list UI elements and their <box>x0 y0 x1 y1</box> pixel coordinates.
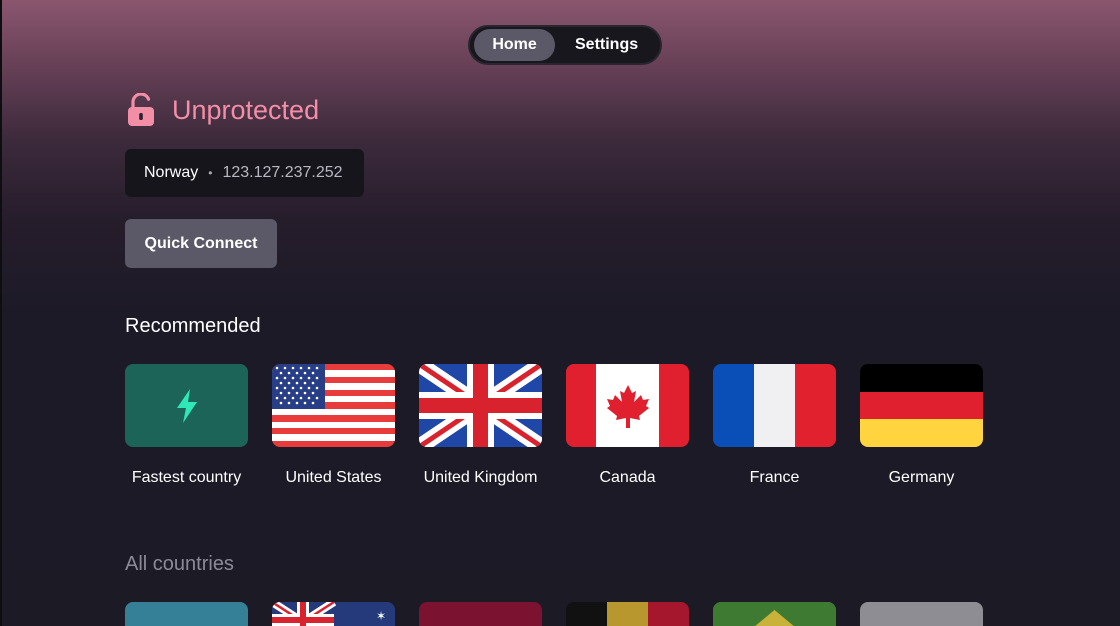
list-item-label: Germany <box>888 469 955 486</box>
fastest-tile <box>125 364 248 447</box>
country-tile[interactable] <box>125 602 248 626</box>
recommended-fastest[interactable]: Fastest country <box>125 364 248 487</box>
recommended-united-kingdom[interactable]: United Kingdom <box>419 364 542 487</box>
recommended-france[interactable]: France <box>713 364 836 487</box>
canada-flag-icon <box>566 364 689 447</box>
recommended-heading: Recommended <box>125 315 261 337</box>
window-edge <box>0 0 2 626</box>
top-navigation: Home Settings <box>468 25 662 65</box>
belgium-flag-icon[interactable] <box>566 602 689 626</box>
brazil-flag-icon[interactable] <box>713 602 836 626</box>
all-countries-heading: All countries <box>125 553 234 575</box>
country-tile[interactable] <box>419 602 542 626</box>
recommended-germany[interactable]: Germany <box>860 364 983 487</box>
list-item-label: United Kingdom <box>423 469 538 486</box>
location-country: Norway <box>144 164 199 181</box>
uk-flag-icon <box>419 364 542 447</box>
location-separator: • <box>208 166 213 180</box>
germany-flag-icon <box>860 364 983 447</box>
unlocked-padlock-icon <box>128 93 154 126</box>
tab-settings[interactable]: Settings <box>555 29 658 61</box>
country-tile[interactable] <box>860 602 983 626</box>
us-flag-icon <box>272 364 395 447</box>
current-location: Norway • 123.127.237.252 <box>125 149 364 197</box>
location-ip: 123.127.237.252 <box>222 164 343 181</box>
recommended-list: Fastest country United States United Kin… <box>125 364 983 487</box>
all-countries-list: ✶ <box>125 602 983 626</box>
france-flag-icon <box>713 364 836 447</box>
recommended-canada[interactable]: Canada <box>566 364 689 487</box>
australia-flag-icon[interactable]: ✶ <box>272 602 395 626</box>
connection-status: Unprotected <box>126 93 319 127</box>
list-item-label: France <box>749 469 800 486</box>
tab-home[interactable]: Home <box>474 29 556 61</box>
maple-leaf-icon <box>606 384 649 428</box>
list-item-label: United States <box>285 469 382 486</box>
quick-connect-button[interactable]: Quick Connect <box>125 219 277 268</box>
list-item-label: Fastest country <box>131 469 242 486</box>
lightning-bolt-icon <box>176 388 197 423</box>
list-item-label: Canada <box>599 469 656 486</box>
status-text: Unprotected <box>172 94 320 125</box>
recommended-united-states[interactable]: United States <box>272 364 395 487</box>
svg-text:✶: ✶ <box>376 609 386 623</box>
